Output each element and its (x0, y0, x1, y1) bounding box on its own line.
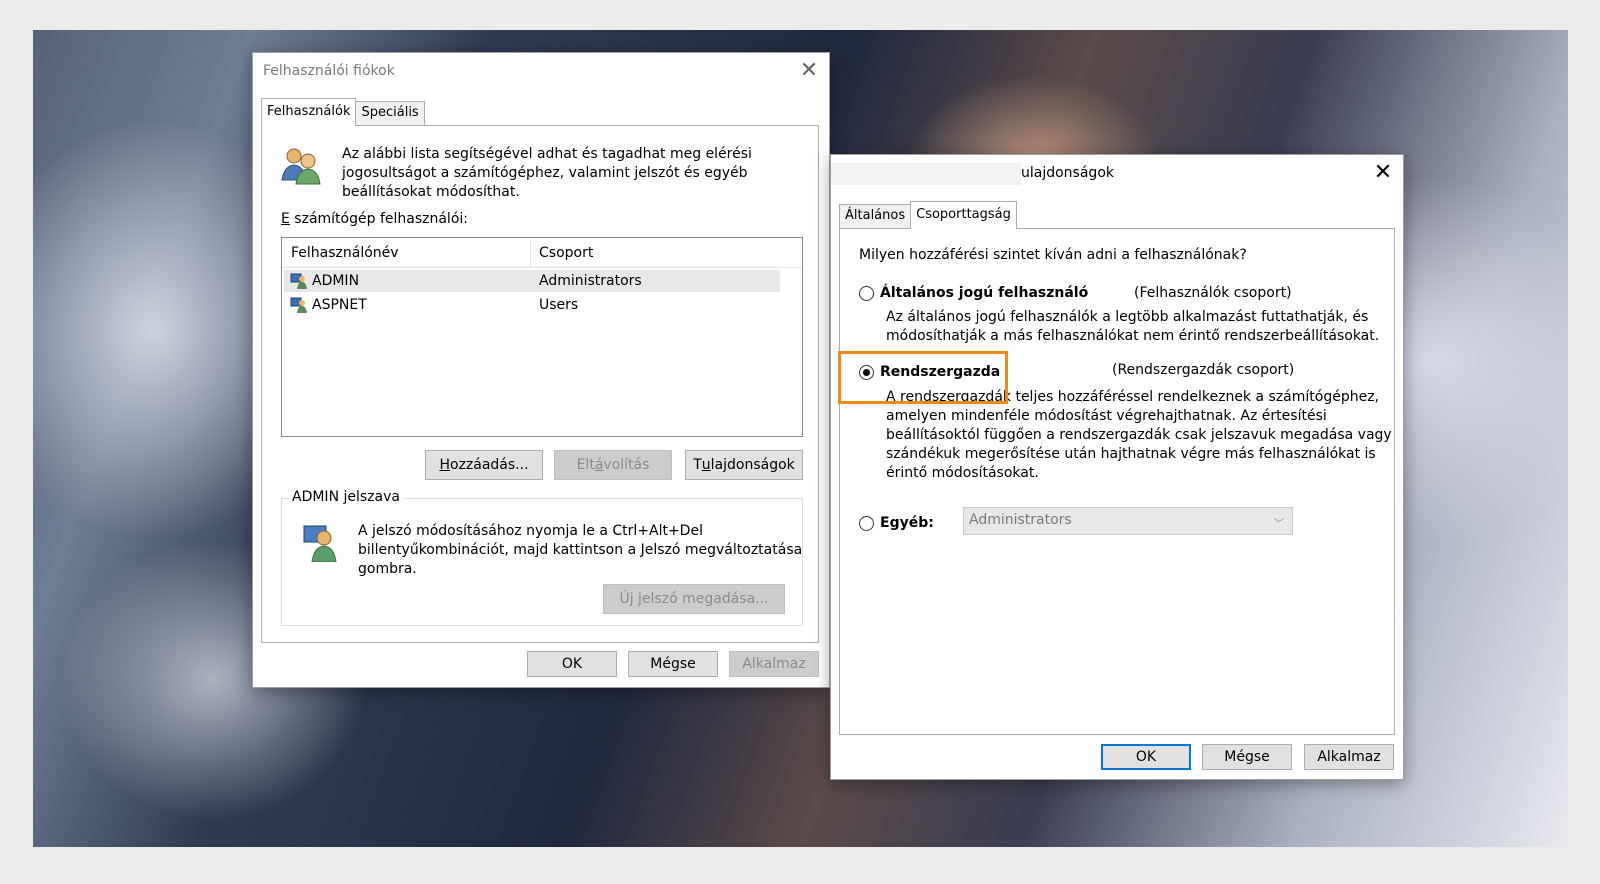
password-text-line-2: billentyűkombinációt, majd kattintson a … (358, 542, 803, 558)
ok-button[interactable]: OK (527, 651, 617, 677)
other-group-select-value: Administrators (969, 512, 1072, 528)
column-header-username[interactable]: Felhasználónév (291, 244, 399, 263)
administrator-desc-5: érintő módosításokat. (886, 465, 1039, 481)
administrator-desc-3: beállításoktól függően a rendszergazdák … (886, 427, 1392, 443)
cancel-button[interactable]: Mégse (628, 651, 718, 677)
password-text-line-1: A jelszó módosításához nyomja le a Ctrl+… (358, 523, 703, 539)
add-user-button[interactable]: Hozzáadás... (425, 450, 543, 480)
tab-strip: Felhasználók Speciális (261, 98, 425, 126)
user-icon (290, 273, 307, 289)
standard-user-radio[interactable] (859, 286, 874, 301)
redacted-username (831, 163, 1021, 185)
row-group: Users (539, 297, 579, 313)
group-membership-panel: Milyen hozzáférési szintet kíván adni a … (839, 228, 1395, 735)
dialog-title: ulajdonságok (1021, 165, 1114, 181)
close-icon[interactable]: ✕ (1369, 159, 1397, 187)
close-icon[interactable]: ✕ (795, 57, 823, 85)
row-username: ADMIN (312, 273, 360, 289)
user-accounts-dialog: Felhasználói fiókok ✕ Felhasználók Speci… (252, 52, 830, 688)
administrator-group: (Rendszergazdák csoport) (1112, 362, 1295, 378)
standard-user-group: (Felhasználók csoport) (1134, 285, 1292, 301)
other-radio[interactable] (859, 516, 874, 531)
highlight-box (838, 351, 1008, 404)
administrator-desc-4: szándékuk megerősítése után hajthatnak v… (886, 446, 1376, 462)
new-password-button[interactable]: Új jelszó megadása... (603, 584, 785, 614)
table-row[interactable]: ASPNET Users (284, 294, 780, 316)
dialog-title: Felhasználói fiókok (263, 63, 395, 79)
row-username: ASPNET (312, 297, 367, 313)
standard-user-desc-1: Az általános jogú felhasználók a legtöbb… (886, 309, 1369, 325)
cancel-button[interactable]: Mégse (1202, 744, 1292, 770)
tab-advanced[interactable]: Speciális (355, 101, 425, 125)
chevron-down-icon: ﹀ (1274, 519, 1284, 530)
other-group-select[interactable]: Administrators ﹀ (963, 507, 1293, 535)
ok-button[interactable]: OK (1101, 744, 1191, 770)
users-list-label: E számítógép felhasználói: (281, 211, 468, 227)
tab-strip: Általános Csoporttagság (839, 201, 1017, 229)
intro-line-1: Az alábbi lista segítségével adhat és ta… (342, 146, 752, 162)
properties-titlebar: ulajdonságok ✕ (831, 155, 1403, 195)
standard-user-desc-2: módosíthatják a más felhasználókat nem é… (886, 328, 1380, 344)
password-group-label: ADMIN jelszava (289, 489, 403, 505)
password-text-line-3: gombra. (358, 561, 417, 577)
remove-user-button[interactable]: Elt á volítás (554, 450, 672, 480)
administrator-desc-2: amelyen mindenféle módosítást végrehajth… (886, 408, 1327, 424)
intro-line-3: beállításokat módosíthat. (342, 184, 520, 200)
row-group: Administrators (539, 273, 642, 289)
user-icon (290, 297, 307, 313)
access-level-question: Milyen hozzáférési szintet kíván adni a … (859, 247, 1247, 263)
column-separator[interactable] (530, 238, 531, 268)
users-tab-panel: Az alábbi lista segítségével adhat és ta… (261, 125, 819, 643)
user-accounts-titlebar: Felhasználói fiókok ✕ (253, 53, 829, 89)
users-listbox[interactable]: Felhasználónév Csoport ADMIN Administrat… (281, 237, 803, 437)
properties-button[interactable]: Tu lajdonságok (685, 450, 803, 480)
user-key-icon (303, 525, 337, 562)
apply-button[interactable]: Alkalmaz (1304, 744, 1394, 770)
table-row[interactable]: ADMIN Administrators (284, 270, 780, 292)
users-group-icon (281, 148, 321, 185)
tab-users[interactable]: Felhasználók (261, 98, 357, 126)
list-header: Felhasználónév Csoport (282, 238, 802, 268)
apply-button[interactable]: Alkalmaz (729, 651, 819, 677)
other-label[interactable]: Egyéb: (880, 514, 934, 533)
properties-dialog: ulajdonságok ✕ Általános Csoporttagság M… (830, 154, 1404, 780)
tab-group-membership[interactable]: Csoporttagság (910, 201, 1017, 229)
standard-user-label[interactable]: Általános jogú felhasználó (880, 284, 1088, 303)
intro-line-2: jogosultságot a számítógéphez, valamint … (342, 165, 748, 181)
column-header-group[interactable]: Csoport (539, 244, 593, 263)
tab-general[interactable]: Általános (839, 204, 912, 228)
